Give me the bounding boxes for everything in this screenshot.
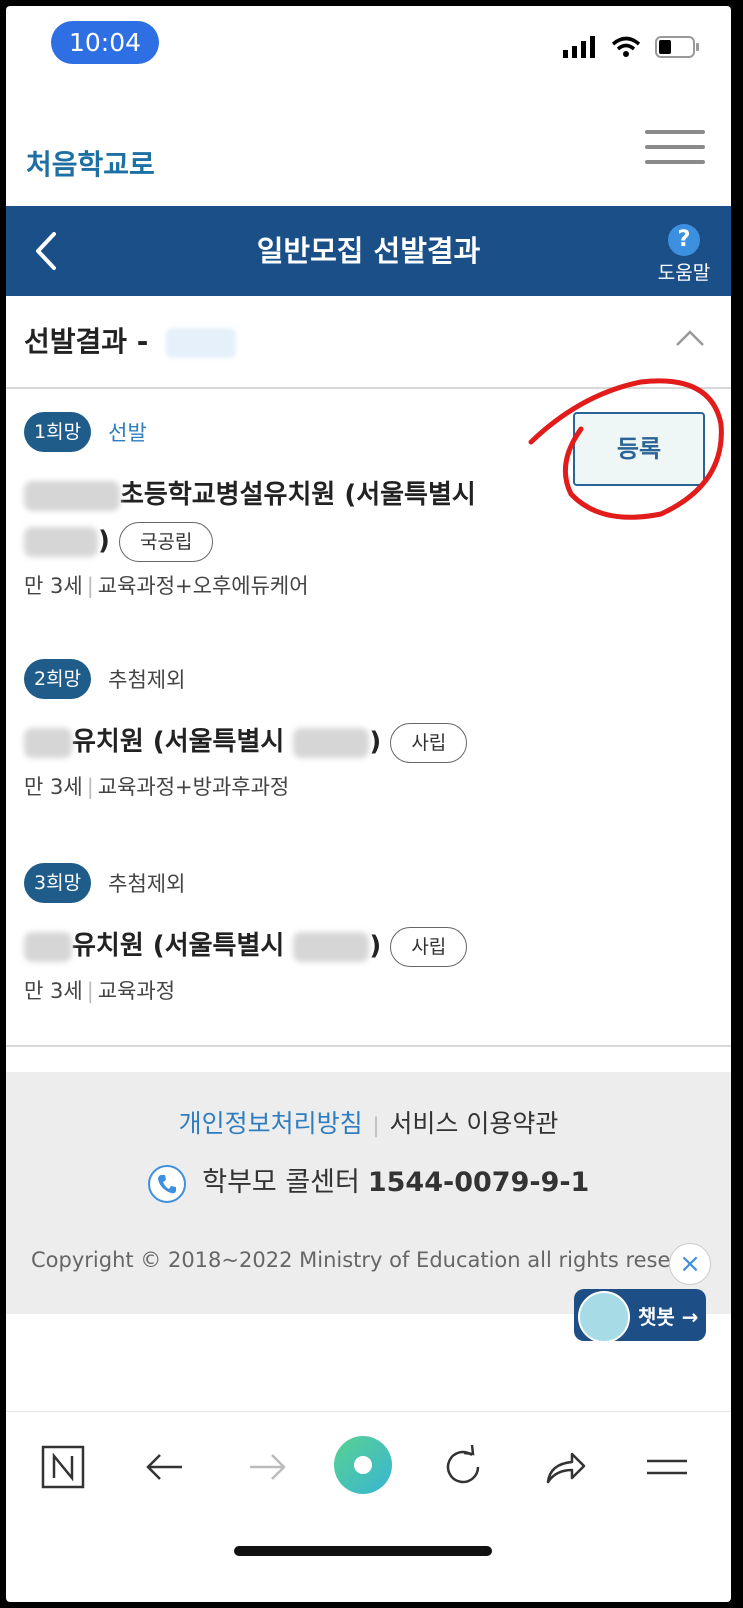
- school-name-text: 유치원 (서울특별시: [72, 727, 285, 757]
- age-text: 만 3세: [24, 574, 83, 598]
- signal-icon: [563, 36, 595, 58]
- choice-item: 2희망 추첨제외 유치원 (서울특별시 ) 사립 만 3세 | 교육과정+방과후과정: [24, 659, 714, 801]
- register-button[interactable]: 등록: [573, 412, 705, 486]
- arrow-left-icon[interactable]: [140, 1442, 190, 1492]
- divider: [6, 1045, 731, 1047]
- rank-badge: 1희망: [24, 412, 92, 452]
- school-type-tag: 국공립: [118, 521, 214, 562]
- redacted-district: [293, 931, 370, 962]
- app-logo[interactable]: 처음학교로: [24, 116, 194, 188]
- result-status: 추첨제외: [108, 668, 186, 692]
- school-name-close: ): [369, 727, 382, 757]
- age-text: 만 3세: [24, 775, 83, 799]
- battery-icon: [655, 36, 699, 58]
- chatbot-mascot-icon: [578, 1291, 630, 1343]
- call-center-number[interactable]: 1544-0079-9-1: [368, 1167, 589, 1198]
- chatbot-button[interactable]: 챗봇 →: [574, 1289, 706, 1343]
- school-name: 유치원 (서울특별시 ) 사립: [24, 923, 714, 969]
- share-icon[interactable]: [540, 1442, 590, 1492]
- n-icon[interactable]: [38, 1442, 88, 1492]
- school-name-text: 유치원 (서울특별시: [72, 931, 285, 961]
- footer-links: 개인정보처리방침 | 서비스 이용약관: [178, 1109, 559, 1138]
- footer: 개인정보처리방침 | 서비스 이용약관 학부모 콜센터 1544-0079-9-1 C…: [6, 1072, 731, 1314]
- close-chatbot-icon[interactable]: ×: [669, 1243, 711, 1285]
- choice-header: 3희망 추첨제외: [24, 863, 714, 903]
- app-header: 처음학교로: [6, 88, 731, 206]
- chatbot-label: 챗봇 →: [638, 1305, 699, 1329]
- phone-screen: 10:04 처음학교로 일반모집 선발결과 ? 도움말 선발결과 - 1희망 선…: [6, 6, 731, 1602]
- hamburger-icon[interactable]: [645, 130, 705, 166]
- svg-text:처음학교로: 처음학교로: [26, 148, 155, 181]
- redacted-district: [24, 526, 98, 557]
- wifi-icon: [611, 36, 641, 57]
- school-type-tag: 사립: [390, 722, 468, 763]
- rank-badge: 2희망: [24, 659, 92, 699]
- help-label: 도움말: [657, 262, 711, 284]
- course-text: 교육과정: [97, 979, 176, 1003]
- section-title: 선발결과 -: [24, 320, 237, 360]
- call-center-label: 학부모 콜센터: [202, 1167, 360, 1198]
- question-icon: ?: [668, 224, 700, 256]
- copyright: Copyright © 2018~2022 Ministry of Educat…: [31, 1248, 705, 1272]
- browser-toolbar: [6, 1411, 731, 1527]
- call-center: 학부모 콜센터 1544-0079-9-1: [6, 1160, 731, 1203]
- course-detail: 만 3세 | 교육과정+방과후과정: [24, 775, 290, 799]
- status-icons: [563, 36, 701, 58]
- home-indicator[interactable]: [234, 1546, 492, 1556]
- course-text: 교육과정+오후에듀케어: [97, 574, 309, 598]
- refresh-icon[interactable]: [438, 1442, 488, 1492]
- title-bar: 일반모집 선발결과 ? 도움말: [6, 206, 731, 296]
- result-status: 추첨제외: [108, 872, 186, 896]
- course-detail: 만 3세 | 교육과정: [24, 979, 176, 1003]
- menu-icon[interactable]: [642, 1442, 692, 1492]
- arrow-right-icon[interactable]: [242, 1442, 292, 1492]
- age-text: 만 3세: [24, 979, 83, 1003]
- home-circle-icon[interactable]: [332, 1434, 394, 1496]
- choice-header: 2희망 추첨제외: [24, 659, 714, 699]
- rank-badge: 3희망: [24, 863, 92, 903]
- redacted-name: [166, 328, 237, 358]
- school-type-tag: 사립: [390, 926, 468, 967]
- section-title-text: 선발결과 -: [24, 325, 149, 358]
- chevron-up-icon[interactable]: [675, 328, 705, 348]
- school-name-text: 초등학교병설유치원 (서울특별시: [120, 480, 476, 510]
- section-header[interactable]: 선발결과 -: [6, 296, 731, 389]
- terms-link[interactable]: 서비스 이용약관: [389, 1109, 558, 1138]
- redacted-name: [24, 727, 72, 758]
- choice-item: 3희망 추첨제외 유치원 (서울특별시 ) 사립 만 3세 | 교육과정: [24, 863, 714, 1005]
- redacted-district: [293, 727, 370, 758]
- status-bar: 10:04: [6, 6, 731, 88]
- redacted-name: [24, 480, 120, 511]
- privacy-policy-link[interactable]: 개인정보처리방침: [179, 1109, 363, 1138]
- course-detail: 만 3세 | 교육과정+오후에듀케어: [24, 574, 309, 598]
- help-button[interactable]: ? 도움말: [655, 224, 713, 285]
- school-name: 유치원 (서울특별시 ) 사립: [24, 719, 714, 765]
- school-name-close: ): [98, 526, 110, 556]
- course-text: 교육과정+방과후과정: [97, 775, 290, 799]
- result-status: 선발: [108, 421, 147, 445]
- phone-icon: [147, 1164, 186, 1203]
- status-time: 10:04: [51, 21, 159, 64]
- redacted-name: [24, 931, 72, 962]
- school-name-close: ): [369, 931, 382, 961]
- page-title: 일반모집 선발결과: [256, 234, 481, 268]
